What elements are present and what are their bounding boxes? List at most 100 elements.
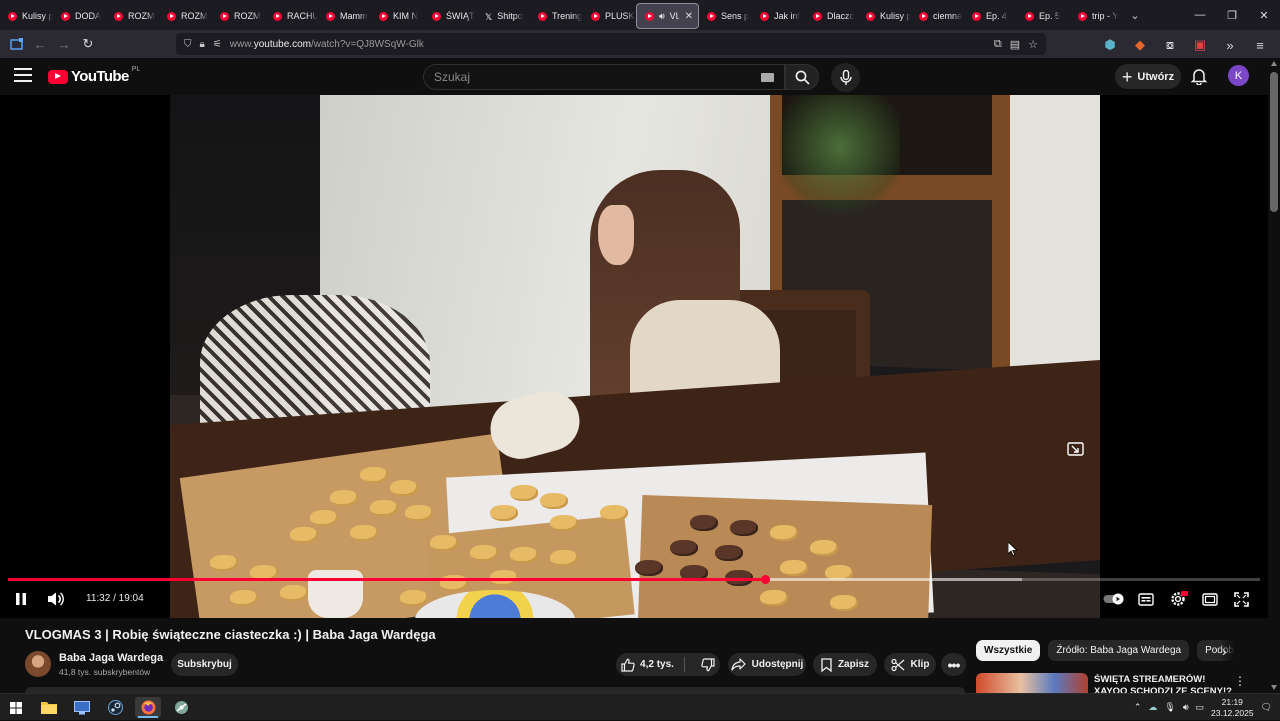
speaker-tray-icon[interactable]: 🔊︎ bbox=[1183, 702, 1189, 713]
browser-tab[interactable]: Mamm bbox=[318, 3, 371, 29]
browser-tab[interactable]: Ep. 4 bbox=[964, 3, 1017, 29]
search-input[interactable]: Szukaj bbox=[423, 64, 785, 90]
browser-tab[interactable]: Trening bbox=[530, 3, 583, 29]
close-window-button[interactable]: ✕ bbox=[1248, 0, 1280, 30]
dislike-button[interactable] bbox=[691, 657, 715, 672]
shield-extension-icon[interactable]: ⬢ bbox=[1098, 33, 1122, 57]
recommended-video-thumbnail[interactable] bbox=[976, 673, 1088, 693]
autoplay-toggle[interactable] bbox=[1103, 590, 1125, 608]
browser-tab[interactable]: Ep. 5 bbox=[1017, 3, 1070, 29]
recommended-more-icon[interactable]: ⋮ bbox=[1234, 674, 1246, 688]
remote-desktop-icon[interactable] bbox=[69, 697, 95, 718]
microphone-tray-icon[interactable]: 🎙︎ bbox=[1164, 702, 1175, 713]
sidebar-toggle-icon[interactable] bbox=[4, 32, 28, 56]
back-button[interactable]: ← bbox=[28, 32, 52, 56]
addon-icon[interactable]: ▣ bbox=[1188, 33, 1212, 57]
subtitles-button[interactable] bbox=[1138, 590, 1154, 608]
browser-tab[interactable]: Kulisy p bbox=[858, 3, 911, 29]
minimize-button[interactable]: — bbox=[1184, 0, 1216, 30]
scroll-up-arrow-icon[interactable] bbox=[1271, 61, 1277, 66]
notifications-bell-icon[interactable] bbox=[1190, 67, 1208, 86]
youtube-logo[interactable]: YouTube PL bbox=[48, 66, 140, 85]
scroll-down-arrow-icon[interactable] bbox=[1271, 685, 1277, 690]
fox-extension-icon[interactable]: ◆ bbox=[1128, 33, 1152, 57]
browser-tab[interactable]: ROZM bbox=[212, 3, 265, 29]
windows-start-icon[interactable] bbox=[3, 697, 29, 718]
subscribe-button[interactable]: Subskrybuj bbox=[171, 653, 238, 676]
extensions-icon[interactable]: ⧇ bbox=[1158, 33, 1182, 57]
browser-tab[interactable]: ciemna bbox=[911, 3, 964, 29]
guide-menu-icon[interactable] bbox=[14, 68, 32, 82]
like-button[interactable]: 4,2 tys. bbox=[621, 657, 685, 672]
restore-button[interactable]: ❐ bbox=[1216, 0, 1248, 30]
save-button[interactable]: Zapisz bbox=[813, 653, 877, 676]
recommended-video-title[interactable]: ŚWIĘTA STREAMERÓW! XAYOO SCHODZI ZE SCEN… bbox=[1094, 674, 1234, 694]
tab-close-icon[interactable]: ✕ bbox=[685, 11, 698, 22]
firefox-icon[interactable] bbox=[135, 697, 161, 718]
scrollbar-thumb[interactable] bbox=[1270, 72, 1278, 212]
browser-tab[interactable]: 𝕏 Shitpo bbox=[477, 3, 530, 29]
share-button[interactable]: Udostępnij bbox=[728, 653, 806, 676]
clock[interactable]: 21:19 23.12.2025 bbox=[1211, 697, 1254, 719]
browser-tab[interactable]: KIM N bbox=[371, 3, 424, 29]
chip-all[interactable]: Wszystkie bbox=[976, 640, 1041, 661]
network-tray-icon[interactable]: ▭ bbox=[1196, 702, 1205, 713]
channel-name[interactable]: Baba Jaga Wardega bbox=[59, 652, 163, 664]
reload-button[interactable]: ↻ bbox=[76, 32, 100, 56]
browser-tab[interactable]: Kulisy p bbox=[0, 3, 53, 29]
lock-icon[interactable]: 🔒︎ bbox=[200, 39, 205, 50]
browser-tab[interactable]: ROZM bbox=[159, 3, 212, 29]
browser-tab[interactable]: DODA bbox=[53, 3, 106, 29]
browser-tab-active[interactable]: 🔊︎ VLO ✕ bbox=[636, 3, 699, 29]
search-button[interactable] bbox=[785, 64, 819, 90]
picture-in-picture-icon[interactable]: ⧉ bbox=[994, 38, 1002, 51]
settings-button[interactable] bbox=[1170, 590, 1188, 608]
permissions-icon[interactable]: ⚟ bbox=[213, 39, 222, 50]
keyboard-icon[interactable] bbox=[761, 73, 774, 82]
fullscreen-button[interactable] bbox=[1234, 590, 1249, 608]
steam-icon[interactable] bbox=[102, 697, 128, 718]
video-frame[interactable] bbox=[170, 95, 1100, 618]
app-menu-icon[interactable]: ≡ bbox=[1248, 33, 1272, 57]
toolbar-extensions: ⬢ ◆ ⧇ ▣ » ≡ bbox=[1098, 33, 1272, 57]
browser-tab[interactable]: ŚWIĄT bbox=[424, 3, 477, 29]
tray-overflow-chevron-icon[interactable]: ⌃ bbox=[1134, 702, 1142, 713]
overflow-chevron-icon[interactable]: » bbox=[1218, 33, 1242, 57]
time-display: 11:32 / 19:04 bbox=[86, 593, 144, 604]
channel-avatar[interactable] bbox=[25, 651, 51, 677]
browser-tab[interactable]: Jak inf bbox=[752, 3, 805, 29]
reader-view-icon[interactable]: ▤ bbox=[1010, 38, 1020, 51]
page-scrollbar[interactable] bbox=[1268, 58, 1280, 693]
create-button[interactable]: + Utwórz bbox=[1115, 64, 1181, 89]
browser-tab[interactable]: ROZM bbox=[106, 3, 159, 29]
onedrive-icon[interactable]: ☁ bbox=[1148, 702, 1157, 713]
clip-button[interactable]: Klip bbox=[884, 653, 936, 676]
browser-tab[interactable]: PLUSK bbox=[583, 3, 636, 29]
pause-button[interactable] bbox=[14, 590, 28, 608]
miniplayer-overlay-button[interactable] bbox=[1065, 440, 1085, 457]
progress-bar[interactable] bbox=[8, 575, 1260, 584]
browser-tab[interactable]: Dlaczc bbox=[805, 3, 858, 29]
more-actions-button[interactable]: ••• bbox=[941, 653, 966, 676]
address-bar[interactable]: ⛉ 🔒︎ ⚟ www.youtube.com/watch?v=QJ8WSqW-G… bbox=[176, 33, 1046, 55]
chip-similar[interactable]: Podob bbox=[1197, 640, 1236, 661]
voice-search-button[interactable] bbox=[831, 63, 860, 92]
list-all-tabs-button[interactable]: ⌄ bbox=[1123, 9, 1147, 22]
forward-button[interactable]: → bbox=[52, 32, 76, 56]
browser-tab[interactable]: Sens p bbox=[699, 3, 752, 29]
video-player[interactable]: 11:32 / 19:04 bbox=[0, 95, 1268, 618]
app-icon[interactable] bbox=[168, 697, 194, 718]
bookmark-star-icon[interactable]: ☆ bbox=[1028, 38, 1038, 51]
tracking-shield-icon[interactable]: ⛉ bbox=[184, 39, 192, 50]
browser-tab[interactable]: RACHU bbox=[265, 3, 318, 29]
theater-mode-button[interactable] bbox=[1202, 590, 1218, 608]
notifications-icon[interactable]: 🗨︎ bbox=[1261, 702, 1272, 713]
progress-scrubber-handle[interactable] bbox=[761, 575, 771, 584]
browser-tab[interactable]: trip - Y bbox=[1070, 3, 1123, 29]
chips-next-chevron-icon[interactable]: › bbox=[1222, 643, 1227, 659]
file-explorer-icon[interactable] bbox=[36, 697, 62, 718]
account-avatar[interactable]: K bbox=[1228, 65, 1249, 86]
volume-button[interactable] bbox=[47, 590, 65, 608]
chip-from-channel[interactable]: Źródło: Baba Jaga Wardega bbox=[1048, 640, 1190, 661]
tab-audio-icon[interactable]: 🔊︎ bbox=[659, 11, 665, 22]
